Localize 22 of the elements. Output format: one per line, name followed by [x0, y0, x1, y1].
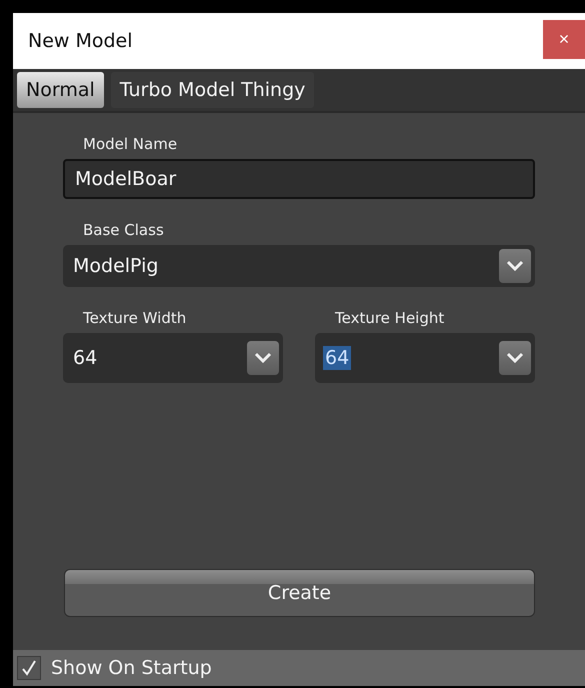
create-button[interactable]: Create	[64, 569, 535, 617]
chevron-down-icon[interactable]	[506, 260, 524, 272]
dropdown[interactable]: ModelPig	[63, 245, 535, 287]
dropdown-value: 64	[72, 346, 98, 370]
dropdown-value: 64	[323, 346, 352, 370]
input-field[interactable]: ModelBoar	[63, 159, 535, 199]
checkbox[interactable]	[17, 656, 41, 680]
dropdown[interactable]: 64	[63, 333, 283, 383]
close-button[interactable]: ×	[543, 20, 585, 58]
tab[interactable]: Normal	[17, 72, 104, 108]
field-label: Base Class	[83, 221, 165, 241]
field-label: Model Name	[83, 135, 178, 155]
checkbox-label: Show On Startup	[51, 657, 212, 679]
dropdown[interactable]: 64	[315, 333, 535, 383]
chevron-down-icon[interactable]	[506, 352, 524, 364]
field-label: Texture Height	[335, 309, 446, 329]
field-label: Texture Width	[83, 309, 188, 329]
field-value: ModelBoar	[74, 167, 178, 191]
window-title: New Model	[28, 30, 133, 52]
chevron-down-icon[interactable]	[254, 352, 272, 364]
dropdown-value: ModelPig	[72, 254, 160, 278]
tab[interactable]: Turbo Model Thingy	[110, 72, 314, 108]
